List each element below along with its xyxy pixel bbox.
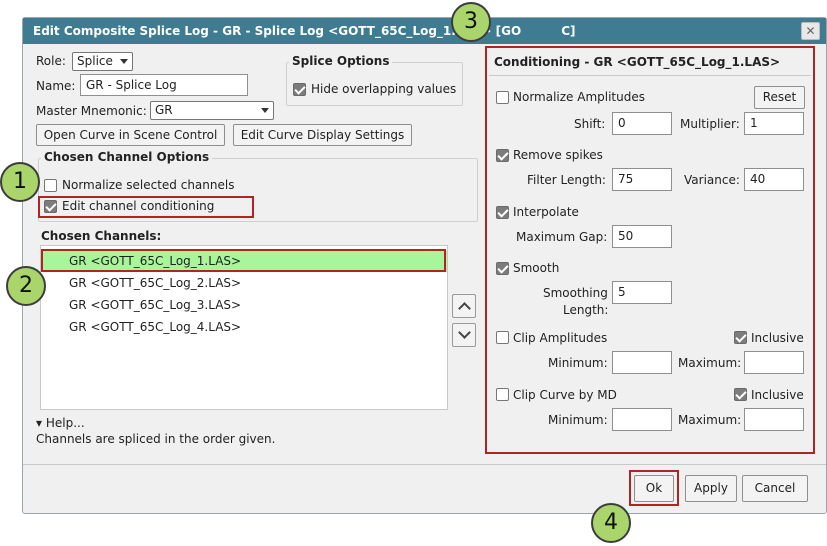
dialog-title: Edit Composite Splice Log - GR - Splice … xyxy=(33,24,522,38)
smoothing-length-label-line2: Length: xyxy=(563,303,609,317)
clip-amplitudes-inclusive-label: Inclusive xyxy=(751,331,804,345)
clip-curve-by-md-checkbox[interactable] xyxy=(496,388,509,401)
interpolate-label: Interpolate xyxy=(513,205,579,219)
clip-amplitudes-minimum-label: Minimum: xyxy=(548,356,608,370)
clip-md-minimum-input[interactable] xyxy=(612,408,672,431)
footer-divider xyxy=(23,464,826,465)
callout-1: 1 xyxy=(0,162,40,202)
role-select[interactable]: Splice xyxy=(72,52,133,71)
smooth-checkbox[interactable] xyxy=(496,262,509,275)
annotation-box-edit-conditioning xyxy=(38,196,254,218)
role-select-value: Splice xyxy=(77,54,113,68)
name-input[interactable]: GR - Splice Log xyxy=(80,74,248,96)
clip-md-inclusive-label: Inclusive xyxy=(751,388,804,402)
clip-md-minimum-label: Minimum: xyxy=(548,413,608,427)
help-toggle[interactable]: ▾ Help... xyxy=(36,416,85,430)
maximum-gap-label: Maximum Gap: xyxy=(516,230,608,244)
master-mnemonic-label: Master Mnemonic: xyxy=(36,104,147,118)
clip-amplitudes-label: Clip Amplitudes xyxy=(513,331,608,345)
normalize-selected-channels-label: Normalize selected channels xyxy=(62,178,235,192)
hide-overlapping-label: Hide overlapping values xyxy=(311,82,457,96)
maximum-gap-input[interactable]: 50 xyxy=(612,225,672,248)
reset-button[interactable]: Reset xyxy=(754,86,805,109)
multiplier-input[interactable]: 1 xyxy=(744,112,804,135)
remove-spikes-checkbox[interactable] xyxy=(496,149,509,162)
clip-md-maximum-input[interactable] xyxy=(744,408,804,431)
close-icon: ✕ xyxy=(805,24,816,38)
variance-input[interactable]: 40 xyxy=(744,168,804,191)
annotation-box-ok xyxy=(629,470,679,506)
normalize-amplitudes-checkbox[interactable] xyxy=(496,91,509,104)
callout-4: 4 xyxy=(591,503,631,543)
clip-curve-by-md-label: Clip Curve by MD xyxy=(513,388,617,402)
move-down-button[interactable] xyxy=(452,323,476,347)
edit-composite-splice-dialog: Edit Composite Splice Log - GR - Splice … xyxy=(22,17,827,514)
clip-md-maximum-label: Maximum: xyxy=(678,413,742,427)
chosen-channel-options-title: Chosen Channel Options xyxy=(41,150,213,164)
master-mnemonic-select[interactable]: GR xyxy=(150,101,274,120)
chevron-down-icon xyxy=(458,326,471,339)
smooth-label: Smooth xyxy=(513,261,560,275)
clip-amplitudes-maximum-label: Maximum: xyxy=(678,356,742,370)
close-button[interactable]: ✕ xyxy=(801,22,820,40)
chosen-channels-title: Chosen Channels: xyxy=(41,229,162,243)
normalize-selected-channels-checkbox[interactable] xyxy=(44,179,57,192)
filter-length-input[interactable]: 75 xyxy=(612,168,672,191)
variance-label: Variance: xyxy=(684,173,740,187)
clip-amplitudes-checkbox[interactable] xyxy=(496,331,509,344)
cancel-button[interactable]: Cancel xyxy=(742,475,808,502)
list-item[interactable]: GR <GOTT_65C_Log_2.LAS> xyxy=(41,273,447,294)
chevron-down-icon xyxy=(120,59,128,64)
conditioning-divider xyxy=(489,75,811,76)
chevron-down-icon xyxy=(261,108,269,113)
multiplier-label: Multiplier: xyxy=(680,117,740,131)
clip-amplitudes-minimum-input[interactable] xyxy=(612,351,672,374)
apply-button[interactable]: Apply xyxy=(685,475,737,502)
help-text: Channels are spliced in the order given. xyxy=(36,432,276,446)
filter-length-label: Filter Length: xyxy=(527,173,606,187)
remove-spikes-label: Remove spikes xyxy=(513,148,603,162)
callout-3: 3 xyxy=(451,2,491,42)
move-up-button[interactable] xyxy=(452,294,476,318)
interpolate-checkbox[interactable] xyxy=(496,206,509,219)
list-item[interactable]: GR <GOTT_65C_Log_4.LAS> xyxy=(41,317,447,338)
dialog-title-tail: C] xyxy=(561,24,576,38)
callout-2: 2 xyxy=(6,266,46,306)
splice-options-title: Splice Options xyxy=(289,54,393,68)
dialog-titlebar[interactable]: Edit Composite Splice Log - GR - Splice … xyxy=(23,18,826,44)
master-mnemonic-value: GR xyxy=(155,103,173,117)
chevron-up-icon xyxy=(458,302,471,315)
annotation-box-selected-channel xyxy=(41,249,446,272)
smoothing-length-input[interactable]: 5 xyxy=(612,281,672,304)
name-label: Name: xyxy=(36,79,76,93)
shift-label: Shift: xyxy=(574,117,606,131)
normalize-amplitudes-label: Normalize Amplitudes xyxy=(513,90,645,104)
role-label: Role: xyxy=(36,54,66,68)
clip-amplitudes-inclusive-checkbox[interactable] xyxy=(734,331,747,344)
clip-md-inclusive-checkbox[interactable] xyxy=(734,388,747,401)
open-curve-scene-control-button[interactable]: Open Curve in Scene Control xyxy=(36,124,225,146)
edit-curve-display-settings-button[interactable]: Edit Curve Display Settings xyxy=(233,124,412,146)
smoothing-length-label-line1: Smoothing xyxy=(543,286,608,300)
list-item[interactable]: GR <GOTT_65C_Log_3.LAS> xyxy=(41,295,447,316)
conditioning-title: Conditioning - GR <GOTT_65C_Log_1.LAS> xyxy=(494,55,781,69)
hide-overlapping-checkbox[interactable] xyxy=(293,83,306,96)
shift-input[interactable]: 0 xyxy=(612,112,672,135)
clip-amplitudes-maximum-input[interactable] xyxy=(744,351,804,374)
